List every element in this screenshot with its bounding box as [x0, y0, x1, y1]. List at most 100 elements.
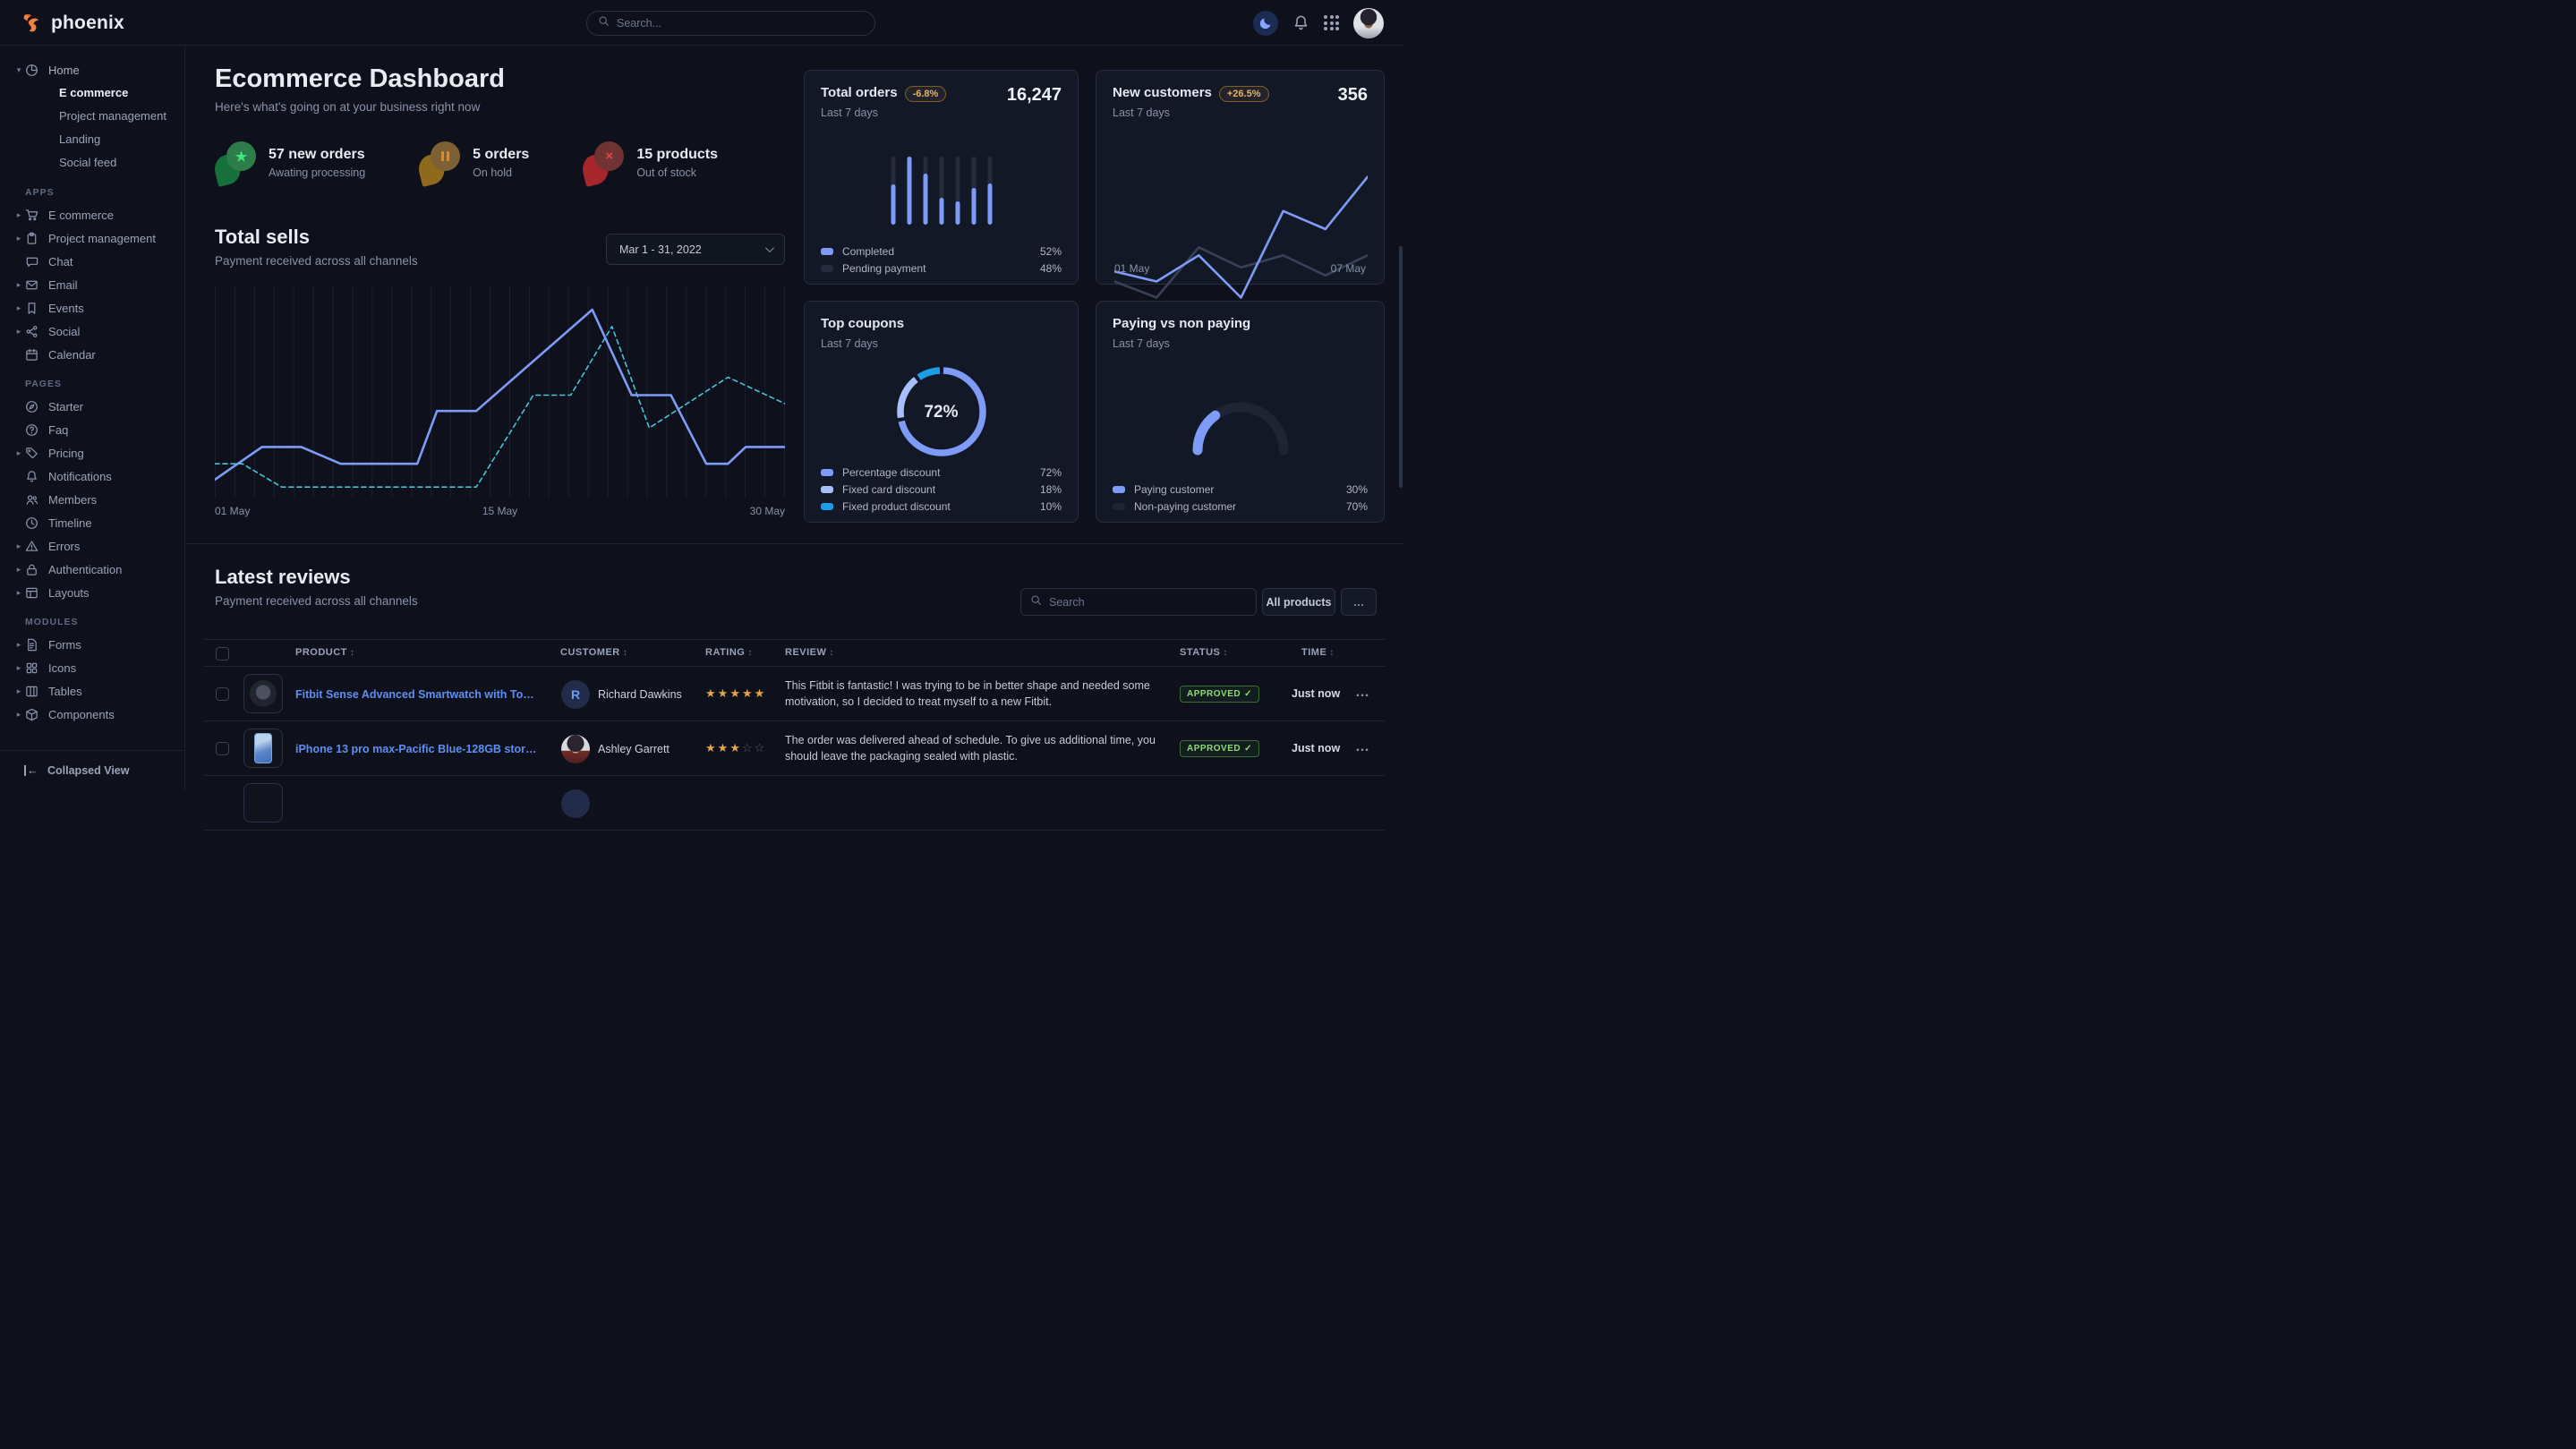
- bar-track: [891, 157, 895, 225]
- caret-right-icon: ▸: [13, 588, 25, 598]
- caret-right-icon: ▸: [13, 234, 25, 243]
- rating-stars: ★★★★★: [705, 686, 766, 701]
- scrollbar-thumb[interactable]: [1399, 246, 1403, 488]
- column-header-time[interactable]: TIME↕: [1301, 647, 1335, 658]
- legend-swatch: [821, 486, 833, 493]
- sidebar-item-events[interactable]: ▸Events: [0, 296, 184, 320]
- check-icon: ✓: [1244, 744, 1252, 754]
- stat-awating-processing: ★57 new ordersAwating processing: [215, 141, 365, 184]
- sidebar-item-e-commerce[interactable]: ▸E commerce: [0, 203, 184, 226]
- sidebar-item-pricing[interactable]: ▸Pricing: [0, 441, 184, 465]
- reviews-search[interactable]: [1020, 588, 1257, 616]
- sidebar-item-faq[interactable]: Faq: [0, 418, 184, 441]
- x-icon: ×: [583, 141, 624, 184]
- grid-icon: [25, 661, 39, 675]
- notifications-bell-button[interactable]: [1292, 14, 1309, 31]
- sort-icon: ↕: [623, 648, 628, 658]
- status-badge: APPROVED✓: [1180, 686, 1259, 703]
- sidebar-item-home[interactable]: ▾ Home: [0, 58, 184, 81]
- sidebar-item-icons[interactable]: ▸Icons: [0, 656, 184, 679]
- sort-icon: ↕: [350, 648, 355, 658]
- legend-item: Completed52%: [821, 245, 1062, 258]
- sidebar-subitem-project-management[interactable]: Project management: [0, 105, 184, 128]
- collapsed-view-toggle[interactable]: ← Collapsed View: [0, 750, 184, 789]
- global-search[interactable]: [586, 11, 875, 36]
- sidebar-item-layouts[interactable]: ▸Layouts: [0, 581, 184, 604]
- top-navbar: phoenix: [0, 0, 1403, 46]
- pause-icon: [419, 141, 460, 184]
- sidebar-item-email[interactable]: ▸Email: [0, 273, 184, 296]
- select-all-checkbox[interactable]: [216, 647, 229, 661]
- brand[interactable]: phoenix: [20, 0, 124, 46]
- mail-icon: [25, 278, 39, 292]
- sidebar-section-title: APPS: [25, 187, 184, 198]
- date-range-select[interactable]: Mar 1 - 31, 2022: [606, 234, 785, 265]
- all-products-button[interactable]: All products: [1262, 588, 1335, 616]
- sidebar-subitem-landing[interactable]: Landing: [0, 128, 184, 151]
- review-text: The order was delivered ahead of schedul…: [785, 732, 1161, 764]
- theme-toggle-button[interactable]: [1253, 11, 1278, 36]
- sidebar-subitem-social-feed[interactable]: Social feed: [0, 151, 184, 175]
- sidebar-item-members[interactable]: Members: [0, 488, 184, 511]
- brand-name: phoenix: [51, 13, 124, 34]
- sidebar-item-social[interactable]: ▸Social: [0, 320, 184, 343]
- bell-icon: [25, 470, 39, 483]
- column-header-status[interactable]: STATUS↕: [1180, 647, 1228, 658]
- global-search-input[interactable]: [617, 17, 864, 30]
- bar-track: [987, 157, 992, 225]
- bar-track: [955, 157, 960, 225]
- apps-grid-button[interactable]: [1324, 15, 1339, 30]
- product-thumbnail[interactable]: [243, 729, 283, 768]
- product-thumbnail[interactable]: [243, 783, 283, 823]
- legend-item: Pending payment48%: [821, 262, 1062, 275]
- product-link[interactable]: iPhone 13 pro max-Pacific Blue-128GB sto…: [295, 743, 539, 755]
- user-avatar[interactable]: [1353, 8, 1384, 38]
- sidebar-item-chat[interactable]: Chat: [0, 250, 184, 273]
- table-row[interactable]: Fitbit Sense Advanced Smartwatch with To…: [204, 667, 1385, 721]
- row-more-button[interactable]: …: [1355, 685, 1370, 701]
- sidebar-item-tables[interactable]: ▸Tables: [0, 679, 184, 703]
- row-more-button[interactable]: …: [1355, 739, 1370, 755]
- status-badge: APPROVED✓: [1180, 740, 1259, 757]
- caret-right-icon: ▸: [13, 448, 25, 458]
- sort-icon: ↕: [829, 648, 834, 658]
- legend-swatch: [821, 265, 833, 272]
- caret-right-icon: ▸: [13, 327, 25, 337]
- customer-avatar: R: [561, 680, 590, 709]
- column-header-review[interactable]: REVIEW↕: [785, 647, 834, 658]
- trend-badge: +26.5%: [1219, 86, 1269, 102]
- table-row[interactable]: iPhone 13 pro max-Pacific Blue-128GB sto…: [204, 721, 1385, 776]
- caret-right-icon: ▸: [13, 303, 25, 313]
- chevron-down-icon: [765, 243, 774, 252]
- sidebar-item-starter[interactable]: Starter: [0, 395, 184, 418]
- column-header-product[interactable]: PRODUCT↕: [295, 647, 354, 658]
- legend-swatch: [1113, 486, 1125, 493]
- row-checkbox[interactable]: [216, 742, 229, 755]
- sidebar-item-components[interactable]: ▸Components: [0, 703, 184, 726]
- column-header-rating[interactable]: RATING↕: [705, 647, 753, 658]
- column-header-customer[interactable]: CUSTOMER↕: [560, 647, 627, 658]
- clipboard-icon: [25, 232, 39, 245]
- sidebar-item-errors[interactable]: ▸Errors: [0, 534, 184, 558]
- sidebar-item-project-management[interactable]: ▸Project management: [0, 226, 184, 250]
- table-row-partial[interactable]: [204, 776, 1385, 831]
- product-thumbnail[interactable]: [243, 674, 283, 713]
- sidebar-item-notifications[interactable]: Notifications: [0, 465, 184, 488]
- row-checkbox[interactable]: [216, 687, 229, 701]
- sidebar-subitem-e-commerce[interactable]: E commerce: [0, 81, 184, 105]
- sidebar-item-calendar[interactable]: Calendar: [0, 343, 184, 366]
- reviews-search-input[interactable]: [1049, 596, 1247, 609]
- file-icon: [25, 638, 39, 652]
- customer-avatar: [561, 735, 590, 763]
- table-icon: [25, 685, 39, 698]
- caret-right-icon: ▸: [13, 565, 25, 575]
- caret-right-icon: ▸: [13, 686, 25, 696]
- sidebar-item-timeline[interactable]: Timeline: [0, 511, 184, 534]
- total-sells-title: Total sells: [215, 226, 310, 249]
- sidebar-item-authentication[interactable]: ▸Authentication: [0, 558, 184, 581]
- cart-icon: [25, 209, 39, 222]
- product-link[interactable]: Fitbit Sense Advanced Smartwatch with To…: [295, 688, 539, 701]
- bar-track: [971, 157, 976, 225]
- sidebar-item-forms[interactable]: ▸Forms: [0, 633, 184, 656]
- reviews-more-button[interactable]: …: [1341, 588, 1377, 616]
